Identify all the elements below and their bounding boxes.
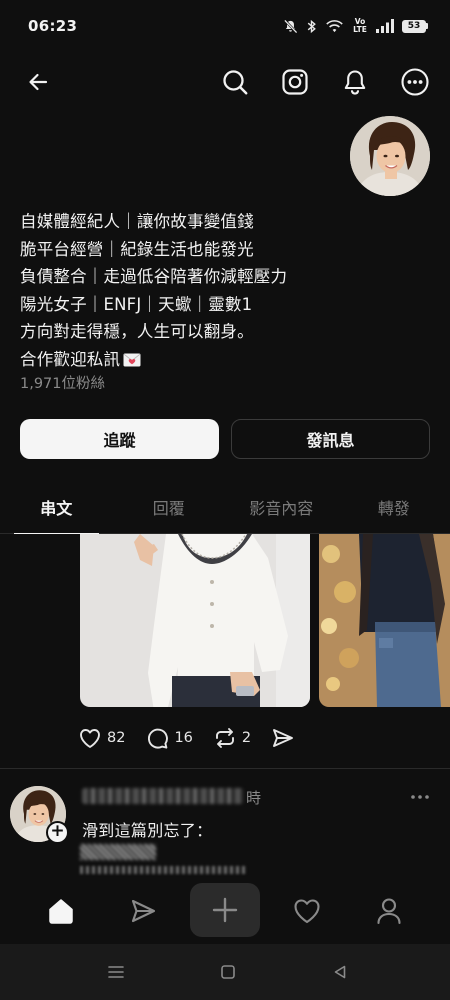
post-text-blurred xyxy=(80,844,156,860)
status-time: 06:23 xyxy=(28,17,78,35)
notifications-button[interactable] xyxy=(337,64,373,100)
volte-label: Vo LTE xyxy=(353,17,367,34)
follow-button[interactable]: 追蹤 xyxy=(20,419,219,459)
system-recents-button[interactable] xyxy=(104,960,128,984)
more-horizontal-icon xyxy=(411,795,429,799)
square-icon xyxy=(221,965,235,979)
repost-count: 2 xyxy=(241,730,252,746)
status-icons: Vo LTE 53 xyxy=(283,18,428,34)
instagram-icon xyxy=(282,69,308,95)
repost-button[interactable]: 2 xyxy=(213,727,251,749)
bio-line: 脆平台經營｜紀錄生活也能發光 xyxy=(20,239,254,259)
profile-photo xyxy=(350,116,430,196)
repost-icon xyxy=(215,728,234,748)
post-photo[interactable] xyxy=(319,534,450,707)
battery-icon: 53 xyxy=(402,19,428,33)
heart-icon xyxy=(294,899,320,924)
post-divider xyxy=(0,768,450,769)
mute-bell-icon xyxy=(283,19,298,33)
bio-line: 自媒體經紀人｜讓你故事變值錢 xyxy=(20,212,254,231)
system-home-button[interactable] xyxy=(216,960,240,984)
share-button[interactable] xyxy=(271,727,295,749)
bio-line: 合作歡迎私訊 xyxy=(20,349,121,369)
profile-tabs: 串文 回覆 影音內容 轉發 xyxy=(0,480,450,534)
nav-home[interactable] xyxy=(36,886,86,936)
post-photo-outfit xyxy=(319,534,450,707)
bio-line: 陽光女子｜ENFJ｜天蠍｜靈數1 xyxy=(20,294,253,314)
post-text-blurred xyxy=(80,866,246,874)
nav-search[interactable] xyxy=(118,886,168,936)
bio-line: 負債整合｜走過低谷陪著你減輕壓力 xyxy=(20,267,288,286)
tab-media[interactable]: 影音內容 xyxy=(225,480,338,533)
back-arrow-icon xyxy=(29,73,48,91)
followers-count[interactable]: 1,971位粉絲 xyxy=(20,372,105,393)
more-options-button[interactable] xyxy=(397,64,433,100)
signal-icon xyxy=(376,19,394,33)
post-more-button[interactable] xyxy=(408,785,432,813)
plus-icon xyxy=(212,897,238,923)
send-icon xyxy=(131,899,156,923)
love-letter-icon xyxy=(123,353,141,366)
post-actions: 82 16 2 xyxy=(78,724,315,752)
like-button[interactable]: 82 xyxy=(78,727,125,749)
status-bar: 06:23 Vo LTE 53 xyxy=(0,0,450,52)
bluetooth-icon xyxy=(307,19,316,33)
nav-activity[interactable] xyxy=(282,886,332,936)
comment-count: 16 xyxy=(174,730,193,746)
search-button[interactable] xyxy=(217,64,253,100)
post-username-blurred xyxy=(82,788,244,804)
nav-profile[interactable] xyxy=(364,886,414,936)
post-photo[interactable] xyxy=(80,534,310,707)
tab-reposts[interactable]: 轉發 xyxy=(338,480,450,533)
post-text: 滑到這篇別忘了： xyxy=(82,821,213,840)
tab-replies[interactable]: 回覆 xyxy=(113,480,226,533)
bio-line: 方向對走得穩，人生可以翻身。 xyxy=(20,322,254,341)
comment-button[interactable]: 16 xyxy=(145,727,193,749)
like-count: 82 xyxy=(107,730,126,746)
comment-icon xyxy=(148,728,169,749)
message-button[interactable]: 發訊息 xyxy=(231,419,430,459)
post-time: 時 xyxy=(246,789,262,807)
tab-threads[interactable]: 串文 xyxy=(0,480,113,534)
more-icon xyxy=(401,68,429,96)
system-nav-bar xyxy=(0,944,450,1000)
profile-bio: 自媒體經紀人｜讓你故事變值錢 脆平台經營｜紀錄生活也能發光 負債整合｜走過低谷陪… xyxy=(20,208,350,373)
system-back-button[interactable] xyxy=(328,960,352,984)
bell-icon xyxy=(344,70,366,95)
home-icon xyxy=(49,899,73,924)
post-photo-blouse xyxy=(80,534,310,707)
nav-create[interactable] xyxy=(190,883,260,937)
search-icon xyxy=(223,70,248,95)
wifi-icon xyxy=(326,19,343,32)
profile-top-bar xyxy=(0,56,450,108)
back-button[interactable] xyxy=(20,64,56,100)
profile-avatar[interactable] xyxy=(350,116,430,196)
follow-plus-button[interactable]: + xyxy=(46,821,69,844)
battery-level: 53 xyxy=(402,19,426,33)
profile-icon xyxy=(377,898,401,925)
send-icon xyxy=(273,729,294,747)
bottom-nav xyxy=(0,876,450,944)
back-triangle-icon xyxy=(334,965,346,979)
heart-icon xyxy=(80,729,100,748)
instagram-button[interactable] xyxy=(277,64,313,100)
menu-icon xyxy=(108,966,124,978)
bio-last-line: 合作歡迎私訊 xyxy=(20,346,350,374)
